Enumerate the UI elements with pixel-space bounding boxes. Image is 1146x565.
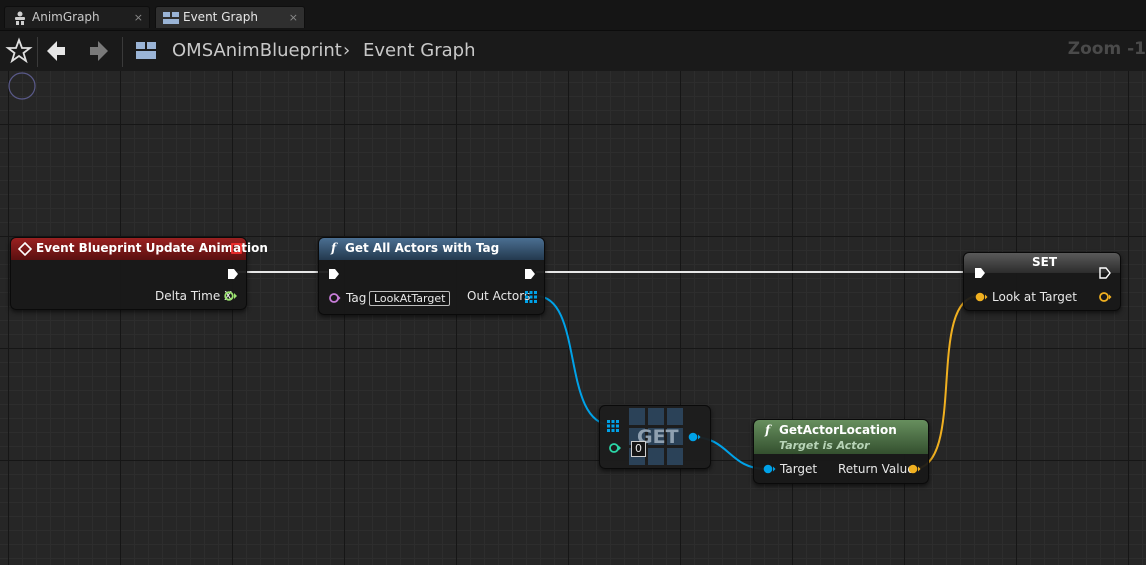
node-header: Event Blueprint Update Animation [11, 238, 268, 260]
array-get-node[interactable]: GET 0 [599, 405, 711, 469]
tag-input[interactable]: LookAtTarget [369, 291, 451, 306]
float-out-pin[interactable] [224, 290, 238, 302]
delta-time-label: Delta Time X [155, 289, 233, 303]
node-title: GetActorLocation [779, 423, 897, 437]
event-update-animation-node[interactable]: Event Blueprint Update Animation Delta T… [10, 237, 268, 310]
node-subtitle: Target is Actor [779, 439, 870, 452]
function-icon: f [331, 241, 337, 255]
array-out-pin[interactable] [525, 291, 537, 303]
index-input[interactable]: 0 [631, 441, 646, 457]
tab-bar: AnimGraph × Event Graph × [0, 0, 1146, 31]
exec-in-pin[interactable] [973, 266, 987, 280]
back-arrow-icon[interactable] [43, 37, 71, 65]
close-icon[interactable]: × [289, 7, 298, 28]
node-header: f GetActorLocation Target is Actor [754, 420, 928, 454]
event-icon [18, 242, 32, 256]
int-in-pin[interactable] [608, 442, 622, 454]
object-out-pin[interactable] [687, 431, 701, 443]
tab-label: Event Graph [183, 10, 258, 24]
forward-arrow-icon[interactable] [84, 37, 112, 65]
get-actor-location-node[interactable]: f GetActorLocation Target is Actor Targe… [753, 419, 929, 484]
event-graph-icon [163, 12, 179, 24]
node-header: SET [964, 253, 1120, 273]
node-header: f Get All Actors with Tag [319, 238, 544, 260]
graph-toolbar: OMSAnimBlueprint › Event Graph Zoom -1 [0, 31, 1146, 71]
zoom-label: Zoom -1 [1067, 39, 1146, 59]
tab-event-graph[interactable]: Event Graph × [155, 6, 305, 28]
tag-label: Tag [346, 291, 367, 305]
vector-in-pin[interactable] [974, 291, 988, 303]
breadcrumb-graph: Event Graph [363, 40, 476, 61]
breadcrumb-blueprint[interactable]: OMSAnimBlueprint [172, 40, 342, 61]
get-all-actors-with-tag-node[interactable]: f Get All Actors with Tag Tag LookAtTarg… [318, 237, 545, 315]
delegate-pin-icon[interactable] [231, 243, 242, 254]
close-icon[interactable]: × [134, 7, 143, 28]
node-title: SET [1032, 255, 1058, 269]
look-at-target-label: Look at Target [992, 290, 1077, 304]
set-variable-node[interactable]: SET Look at Target [963, 252, 1121, 311]
graph-icon [136, 42, 156, 59]
breadcrumb-separator: › [343, 40, 351, 61]
out-actors-label: Out Actors [467, 289, 531, 303]
graph-canvas[interactable]: Event Blueprint Update Animation Delta T… [0, 71, 1146, 565]
toolbar-separator [122, 37, 123, 67]
tab-label: AnimGraph [32, 10, 100, 24]
node-title: Get All Actors with Tag [345, 241, 500, 255]
tab-anim-graph[interactable]: AnimGraph × [4, 6, 150, 28]
toolbar-separator [37, 37, 38, 67]
wire-layer [237, 271, 980, 470]
vector-out-pin[interactable] [907, 463, 921, 475]
return-value-label: Return Value [838, 462, 915, 476]
array-in-pin[interactable] [607, 420, 619, 432]
vector-out-pin[interactable] [1098, 291, 1112, 303]
function-icon: f [765, 423, 771, 437]
exec-out-pin[interactable] [1098, 266, 1112, 280]
name-in-pin[interactable] [327, 292, 341, 304]
anim-graph-icon [15, 11, 25, 25]
target-label: Target [780, 462, 818, 476]
exec-in-pin[interactable] [327, 267, 341, 281]
object-in-pin[interactable] [762, 463, 776, 475]
exec-out-pin[interactable] [523, 267, 537, 281]
star-icon[interactable] [5, 37, 33, 65]
exec-out-pin[interactable] [226, 267, 240, 281]
